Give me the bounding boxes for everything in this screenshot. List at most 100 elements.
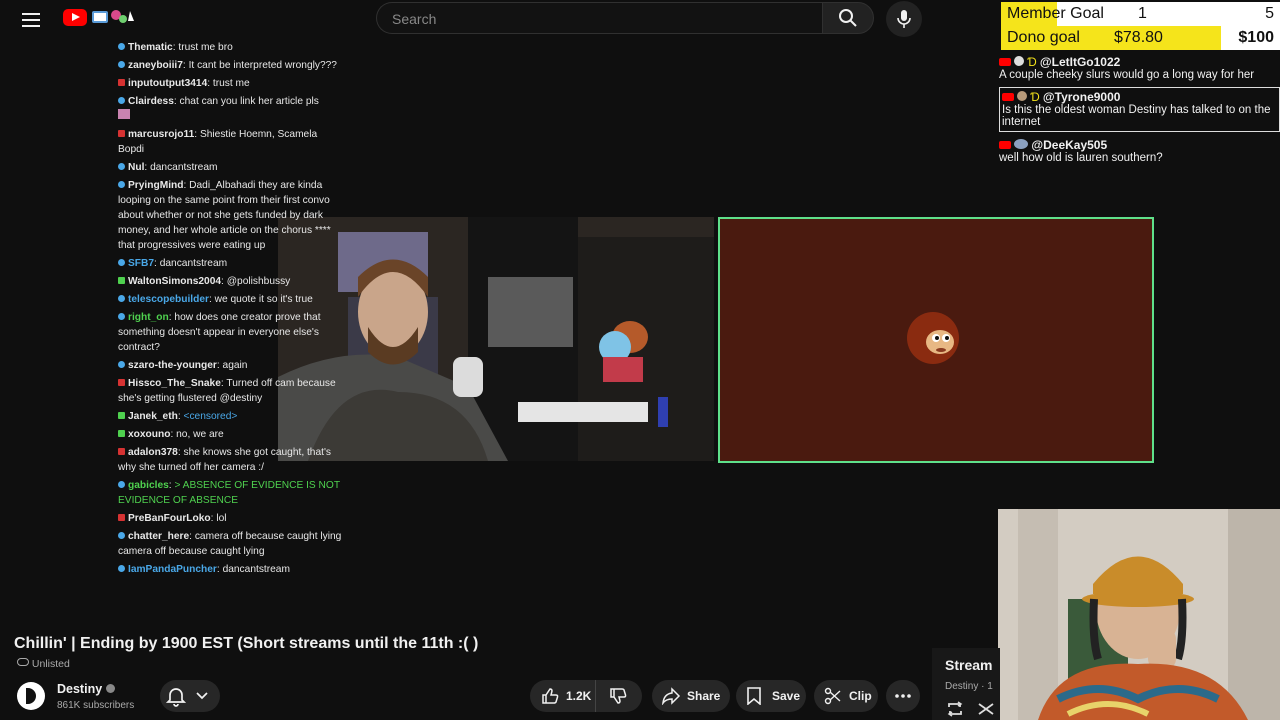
chat-message: marcusrojo11: Shiestie Hoemn, Scamela Bo…: [118, 129, 318, 155]
chat-message: chatter_here: camera off because caught …: [118, 531, 342, 557]
save-label: Save: [772, 689, 801, 703]
search-input[interactable]: [390, 10, 794, 28]
chevron-down-icon: [196, 692, 208, 700]
verified-icon: [105, 684, 115, 693]
goal-widget: Member Goal 1 5 Dono goal $78.80 $100: [1001, 0, 1280, 50]
chat-text: trust me bro: [178, 42, 233, 53]
chat-message: Janek_eth: <censored>: [118, 409, 343, 424]
dislike-button[interactable]: [596, 687, 627, 705]
chat-message: zaneyboiii7: It cant be interpreted wron…: [118, 58, 343, 73]
voice-search-button[interactable]: [886, 1, 922, 37]
scissors-icon: [824, 687, 841, 705]
chat-author: @DeeKay505: [1031, 138, 1108, 152]
chat-message: telescopebuilder: we quote it so it's tr…: [118, 292, 343, 307]
menu-icon[interactable]: [22, 10, 40, 28]
clip-button[interactable]: Clip: [814, 680, 878, 712]
chat-message: IamPandaPuncher: dancantstream: [118, 562, 343, 577]
chat-username: Thematic: [128, 42, 173, 53]
loop-icon[interactable]: [946, 701, 964, 717]
member-goal-bar: Member Goal 1 5: [1001, 2, 1280, 26]
chat-message: inputoutput3414: trust me: [118, 76, 343, 91]
chat-message: Nul: dancantstream: [118, 160, 343, 175]
chat-message: adalon378: she knows she got caught, tha…: [118, 447, 332, 473]
visibility-label: Unlisted: [31, 658, 70, 670]
subscriber-count: 861K subscribers: [57, 700, 135, 711]
search-button[interactable]: [822, 2, 874, 34]
chat-text: Is this the oldest woman Destiny has tal…: [1002, 104, 1271, 128]
chat-text: <censored>: [183, 411, 238, 422]
user-avatar-icon: [1014, 56, 1025, 66]
highlighted-message: Ɗ @LetItGo1022 A couple cheeky slurs wou…: [999, 55, 1280, 81]
member-goal-label: Member Goal: [1007, 5, 1104, 22]
member-goal-current: 1: [1138, 5, 1147, 22]
microphone-icon: [897, 10, 911, 28]
chat-message: PryingMind: Dadi_Albahadi they are kinda…: [118, 180, 331, 251]
like-dislike-group: 1.2K: [530, 680, 642, 712]
moderator-badge-icon: Ɗ: [1030, 92, 1040, 104]
stream-card-title: Stream: [945, 657, 993, 673]
chat-text: well how old is lauren southern?: [999, 152, 1163, 164]
chat-text: lol: [216, 513, 227, 524]
doodle-logo-icon: [92, 10, 134, 23]
chat-text: A couple cheeky slurs would go a long wa…: [999, 69, 1255, 81]
live-chat-overlay: Thematic: trust me bro zaneyboiii7: It c…: [118, 40, 343, 626]
chat-username: chatter_here: [128, 531, 190, 542]
chat-username: Janek_eth: [128, 411, 178, 422]
chat-username: Clairdess: [128, 96, 174, 107]
camera-scene: [278, 217, 714, 461]
user-avatar-icon: [1017, 91, 1028, 101]
chat-username: gabicles: [128, 480, 169, 491]
chat-text: no, we are: [176, 429, 224, 440]
user-avatar-icon: [1014, 139, 1029, 149]
bell-icon: [166, 688, 186, 707]
highlighted-message: Ɗ @Tyrone9000 Is this the oldest woman D…: [999, 87, 1280, 132]
dono-goal-label: Dono goal: [1007, 29, 1080, 46]
chat-author: @Tyrone9000: [1042, 90, 1121, 104]
masthead: [0, 0, 1000, 40]
chat-username: xoxouno: [128, 429, 171, 440]
dono-goal-target: $100: [1238, 29, 1274, 46]
chat-text: we quote it so it's true: [214, 294, 313, 305]
streamer-camera-feed: [998, 509, 1280, 720]
dono-goal-bar: Dono goal $78.80 $100: [1001, 26, 1280, 50]
emote-icon: [118, 109, 130, 119]
chat-text: It cant be interpreted wrongly???: [188, 60, 337, 71]
chat-username: WaltonSimons2004: [128, 276, 222, 287]
chat-username: Hissco_The_Snake: [128, 378, 221, 389]
search-field[interactable]: [376, 2, 822, 34]
clip-label: Clip: [849, 689, 872, 703]
chat-text: dancantstream: [222, 564, 290, 575]
chat-text: chat can you link her article pls: [179, 96, 319, 107]
save-button[interactable]: Save: [736, 680, 806, 712]
shuffle-icon[interactable]: [978, 701, 996, 717]
bookmark-icon: [747, 687, 761, 705]
video-title: Chillin' | Ending by 1900 EST (Short str…: [14, 635, 479, 652]
visibility-badge: Unlisted: [17, 658, 70, 670]
highlighted-message: @DeeKay505 well how old is lauren southe…: [999, 138, 1280, 164]
chat-text: again: [222, 360, 248, 371]
like-count: 1.2K: [566, 689, 592, 703]
more-actions-button[interactable]: [886, 680, 920, 712]
chat-message: szaro-the-younger: again: [118, 358, 343, 373]
chat-message: right_on: how does one creator prove tha…: [118, 312, 321, 353]
chat-message: xoxouno: no, we are: [118, 427, 343, 442]
chat-message: gabicles: > ABSENCE OF EVIDENCE IS NOT E…: [118, 480, 340, 506]
channel-name[interactable]: Destiny: [57, 682, 115, 696]
chat-username: PryingMind: [128, 180, 184, 191]
share-label: Share: [687, 689, 721, 703]
share-button[interactable]: Share: [652, 680, 730, 712]
stream-card-subtitle: Destiny · 1: [945, 681, 993, 692]
streamer-scene: [998, 509, 1280, 720]
chat-text: @polishbussy: [226, 276, 291, 287]
channel-avatar[interactable]: [17, 682, 45, 710]
youtube-logo-icon[interactable]: [63, 9, 87, 26]
share-icon: [662, 687, 681, 705]
up-next-stream-card[interactable]: Stream Destiny · 1: [932, 648, 1000, 720]
chat-username: telescopebuilder: [128, 294, 209, 305]
main-camera-feed: [278, 217, 714, 461]
chat-username: adalon378: [128, 447, 178, 458]
chat-text: dancantstream: [159, 258, 228, 269]
like-button[interactable]: 1.2K: [530, 680, 596, 712]
chat-message: Hissco_The_Snake: Turned off cam because…: [118, 378, 336, 404]
notifications-button[interactable]: [160, 680, 220, 712]
